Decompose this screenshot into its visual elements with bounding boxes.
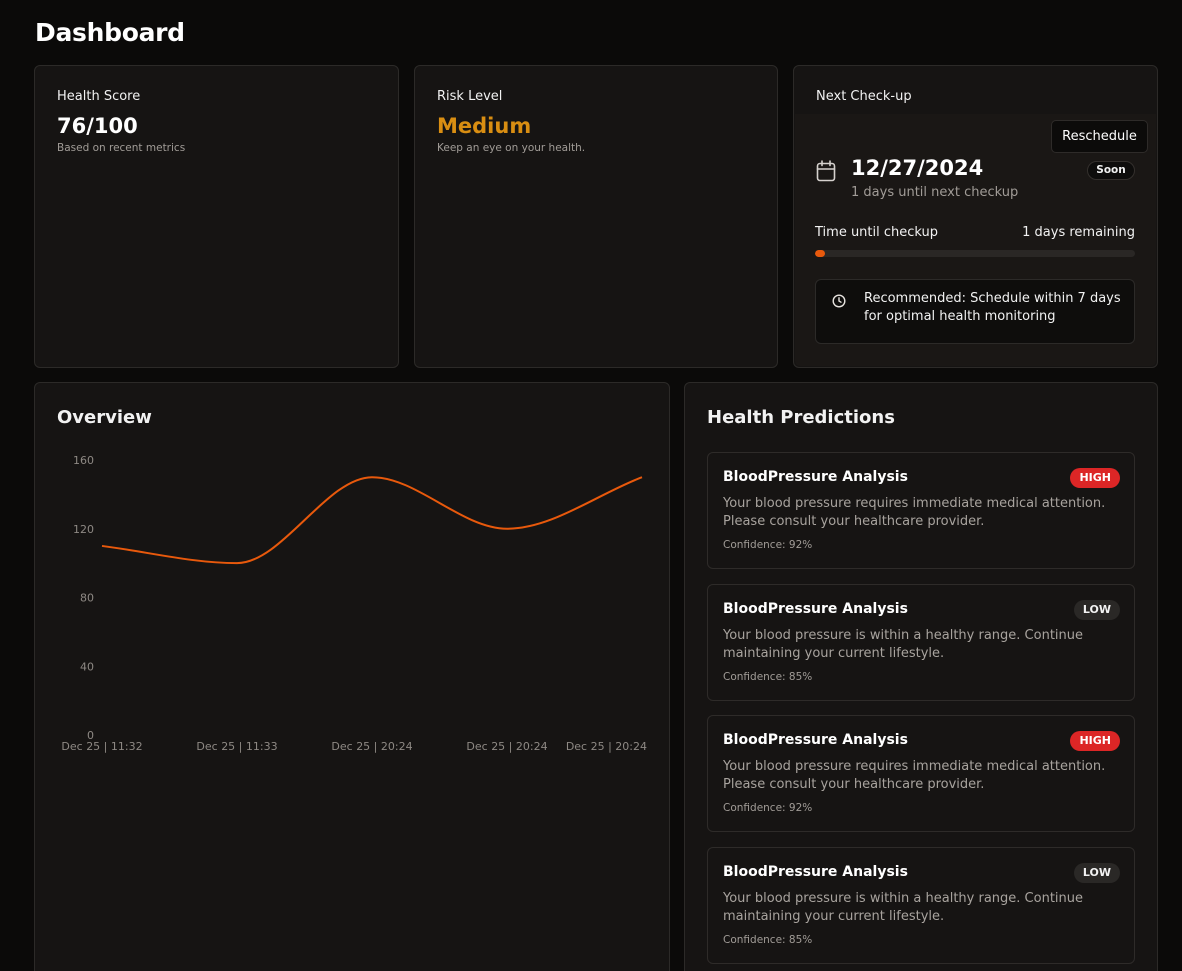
prediction-description: Your blood pressure requires immediate m… [723, 759, 1106, 792]
prediction-title: BloodPressure Analysis [723, 469, 908, 485]
prediction-confidence: Confidence: 85% [723, 671, 813, 683]
series-line [101, 476, 643, 565]
y-tick-label: 120 [73, 523, 94, 536]
soon-badge: Soon [1087, 161, 1135, 180]
x-tick-label: Dec 25 | 20:24 [466, 740, 547, 753]
predictions-title: Health Predictions [707, 407, 895, 428]
clock-icon [832, 294, 846, 308]
prediction-description: Your blood pressure is within a healthy … [723, 628, 1084, 661]
days-until-text: 1 days until next checkup [851, 185, 1019, 200]
health-score-subtitle: Based on recent metrics [57, 142, 186, 154]
severity-badge: LOW [1073, 600, 1120, 620]
page-title: Dashboard [35, 18, 185, 47]
overview-title: Overview [57, 407, 152, 428]
checkup-progress-bar [815, 250, 1135, 257]
x-tick-label: Dec 25 | 20:24 [566, 740, 647, 753]
x-tick-label: Dec 25 | 20:24 [331, 740, 412, 753]
severity-badge: HIGH [1070, 731, 1120, 751]
risk-level-value: Medium [437, 114, 532, 138]
recommendation-text: Recommended: Schedule within 7 days for … [864, 291, 1121, 324]
x-tick-label: Dec 25 | 11:32 [61, 740, 142, 753]
checkup-progress-fill [815, 250, 825, 257]
y-tick-label: 80 [80, 592, 94, 605]
prediction-confidence: Confidence: 92% [723, 539, 813, 551]
prediction-card[interactable]: BloodPressure Analysis LOW Your blood pr… [707, 847, 1135, 964]
health-score-value: 76/100 [57, 114, 138, 138]
prediction-card[interactable]: BloodPressure Analysis HIGH Your blood p… [707, 452, 1135, 569]
prediction-description: Your blood pressure requires immediate m… [723, 496, 1106, 529]
x-tick-label: Dec 25 | 11:33 [196, 740, 277, 753]
checkup-date: 12/27/2024 [851, 156, 984, 180]
health-score-label: Health Score [57, 89, 141, 104]
prediction-title: BloodPressure Analysis [723, 732, 908, 748]
calendar-icon [816, 160, 836, 182]
next-checkup-label: Next Check-up [816, 89, 912, 104]
overview-chart: 04080120160Dec 25 | 11:32 Dec 25 | 11:33 D… [61, 454, 647, 753]
risk-level-subtitle: Keep an eye on your health. [437, 142, 586, 154]
prediction-title: BloodPressure Analysis [723, 601, 908, 617]
y-tick-label: 160 [73, 454, 94, 467]
health-score-card: Health Score 76/100 Based on recent metr… [34, 65, 399, 368]
prediction-title: BloodPressure Analysis [723, 864, 908, 880]
severity-badge: LOW [1073, 863, 1120, 883]
remaining-text: 1 days remaining [1022, 225, 1135, 240]
reschedule-button[interactable]: Reschedule [1051, 120, 1148, 153]
recommendation-box: Recommended: Schedule within 7 days for … [815, 279, 1135, 344]
prediction-confidence: Confidence: 92% [723, 802, 813, 814]
prediction-confidence: Confidence: 85% [723, 934, 813, 946]
prediction-card[interactable]: BloodPressure Analysis HIGH Your blood p… [707, 715, 1135, 832]
y-tick-label: 40 [80, 660, 94, 673]
time-until-label: Time until checkup [815, 225, 939, 240]
risk-level-card: Risk Level Medium Keep an eye on your he… [414, 65, 778, 368]
prediction-card[interactable]: BloodPressure Analysis LOW Your blood pr… [707, 584, 1135, 701]
severity-badge: HIGH [1070, 468, 1120, 488]
risk-level-label: Risk Level [437, 89, 503, 104]
prediction-description: Your blood pressure is within a healthy … [723, 891, 1084, 924]
